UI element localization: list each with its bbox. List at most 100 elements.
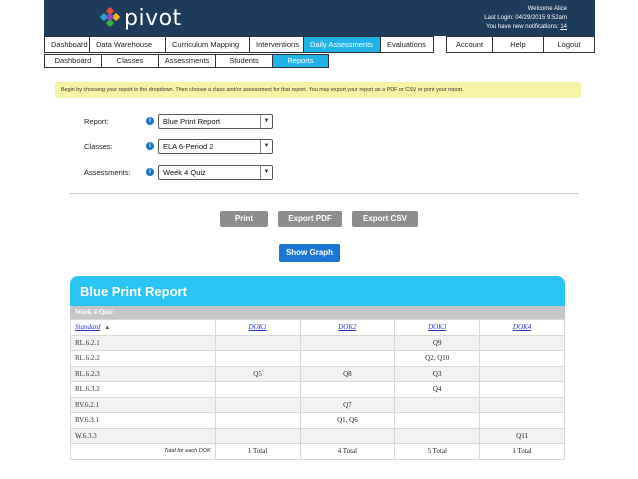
dok-cell: Q7 bbox=[299, 396, 396, 413]
assessments-select[interactable]: Week 4 Quiz ▼ bbox=[158, 164, 273, 180]
blue-print-report: Blue Print Report Week 4 Quiz Standard ▲ … bbox=[70, 276, 565, 476]
subtab-assessments[interactable]: Assessments bbox=[158, 54, 215, 68]
dok-total-cell: 1 Total bbox=[214, 443, 301, 460]
dok-cell bbox=[214, 381, 301, 398]
table-row: RV.6.2.1 Q7 bbox=[70, 396, 565, 413]
top-header: pivot Welcome Alice Last Login: 04/29/20… bbox=[44, 0, 595, 36]
pivot-logo[interactable]: pivot bbox=[99, 5, 182, 31]
dok-cell bbox=[394, 396, 481, 413]
dok-total-cell: 1 Total bbox=[479, 443, 565, 460]
totals-row: Total for each DOK 1 Total 4 Total 5 Total 1… bbox=[70, 443, 565, 460]
export-pdf-button[interactable]: Export PDF bbox=[278, 211, 342, 227]
table-row: RL.6.2.1 Q9 bbox=[70, 334, 565, 351]
tab-help[interactable]: Help bbox=[492, 36, 543, 53]
table-row: RL.6.3.2 Q4 bbox=[70, 381, 565, 398]
dok-cell bbox=[479, 412, 565, 429]
report-select-value: Blue Print Report bbox=[163, 116, 221, 126]
report-row: Report: i Blue Print Report ▼ bbox=[84, 112, 273, 130]
dok-total-cell: 4 Total bbox=[299, 443, 396, 460]
standard-cell: RL.6.2.1 bbox=[70, 334, 216, 351]
dok-cell bbox=[214, 427, 301, 444]
classes-select-value: ELA 6-Period 2 bbox=[163, 141, 214, 151]
tab-curriculum-mapping[interactable]: Curriculum Mapping bbox=[165, 36, 249, 53]
pivot-logo-icon bbox=[99, 6, 121, 29]
table-header-row: Standard ▲ DOK1 DOK2 DOK3 DOK4 bbox=[70, 319, 565, 336]
subtab-reports[interactable]: Reports bbox=[272, 54, 329, 68]
subtab-students[interactable]: Students bbox=[215, 54, 272, 68]
sort-ascending-icon[interactable]: ▲ bbox=[104, 325, 110, 331]
dok-cell: Q11 bbox=[479, 427, 565, 444]
tab-logout[interactable]: Logout bbox=[543, 36, 595, 53]
subtab-classes[interactable]: Classes bbox=[101, 54, 158, 68]
notifications-count-link[interactable]: 14 bbox=[560, 24, 567, 30]
brand-name: pivot bbox=[124, 5, 182, 31]
dok-cell: Q9 bbox=[394, 334, 481, 351]
standard-cell: RL.6.2.2 bbox=[70, 350, 216, 367]
standard-cell: W.6.3.3 bbox=[70, 427, 216, 444]
table-row: RL.6.2.2 Q2, Q10 bbox=[70, 350, 565, 367]
show-graph-button[interactable]: Show Graph bbox=[279, 244, 340, 262]
dok-cell bbox=[479, 381, 565, 398]
dok-cell bbox=[214, 396, 301, 413]
report-quiz-name: Week 4 Quiz bbox=[70, 306, 565, 319]
print-button[interactable]: Print bbox=[220, 211, 268, 227]
dok-cell bbox=[299, 381, 396, 398]
classes-select[interactable]: ELA 6-Period 2 ▼ bbox=[158, 138, 273, 154]
dok-cell bbox=[299, 427, 396, 444]
dok-cell: Q8 bbox=[299, 365, 396, 382]
dok-cell bbox=[479, 365, 565, 382]
assessments-row: Assessments: i Week 4 Quiz ▼ bbox=[84, 163, 273, 181]
last-login-text: Last Login: 04/29/2015 9:52am bbox=[484, 15, 567, 21]
dok-cell bbox=[299, 350, 396, 367]
tab-dashboard[interactable]: Dashboard bbox=[44, 36, 89, 53]
standard-cell: RL.6.2.3 bbox=[70, 365, 216, 382]
assessments-label: Assessments: bbox=[84, 167, 131, 177]
sub-nav: Dashboard Classes Assessments Students R… bbox=[44, 54, 329, 68]
column-header-dok4[interactable]: DOK4 bbox=[479, 319, 565, 336]
column-header-dok3[interactable]: DOK3 bbox=[394, 319, 481, 336]
table-body: RL.6.2.1 Q9 RL.6.2.2 Q2, Q10 RL.6.2.3 Q5 Q8 Q3 R… bbox=[70, 334, 565, 460]
table-row: W.6.3.3 Q11 bbox=[70, 427, 565, 444]
welcome-text: Welcome Alice bbox=[527, 6, 567, 12]
dok-cell bbox=[479, 396, 565, 413]
tab-evaluations[interactable]: Evaluations bbox=[380, 36, 434, 53]
column-header-dok1[interactable]: DOK1 bbox=[214, 319, 301, 336]
column-header-label[interactable]: Standard bbox=[75, 323, 100, 331]
column-header-dok2[interactable]: DOK2 bbox=[299, 319, 396, 336]
dok-cell: Q2, Q10 bbox=[394, 350, 481, 367]
app-frame: pivot Welcome Alice Last Login: 04/29/20… bbox=[44, 0, 595, 479]
dok-cell bbox=[214, 334, 301, 351]
export-csv-button[interactable]: Export CSV bbox=[352, 211, 418, 227]
form-divider bbox=[69, 193, 579, 194]
tab-daily-assessments[interactable]: Daily Assessments bbox=[303, 36, 380, 53]
tab-data-warehouse[interactable]: Data Warehouse bbox=[89, 36, 165, 53]
blueprint-table: Standard ▲ DOK1 DOK2 DOK3 DOK4 RL.6.2.1 Q9… bbox=[70, 319, 565, 460]
report-label: Report: bbox=[84, 116, 109, 126]
info-icon[interactable]: i bbox=[146, 117, 154, 125]
table-row: RV.6.3.1 Q1, Q6 bbox=[70, 412, 565, 429]
dok-cell bbox=[479, 334, 565, 351]
dok-cell bbox=[394, 412, 481, 429]
info-icon[interactable]: i bbox=[146, 168, 154, 176]
chevron-down-icon: ▼ bbox=[260, 114, 272, 128]
dok-cell: Q4 bbox=[394, 381, 481, 398]
standard-cell: RV.6.3.1 bbox=[70, 412, 216, 429]
info-icon[interactable]: i bbox=[146, 142, 154, 150]
report-select[interactable]: Blue Print Report ▼ bbox=[158, 113, 273, 129]
assessments-select-value: Week 4 Quiz bbox=[163, 167, 206, 177]
main-nav: Dashboard Data Warehouse Curriculum Mapp… bbox=[44, 36, 595, 53]
user-info: Welcome Alice Last Login: 04/29/2015 9:5… bbox=[484, 5, 567, 32]
dok-cell: Q5 bbox=[214, 365, 301, 382]
notifications-label: You have new notifications: bbox=[486, 24, 559, 30]
classes-label: Classes: bbox=[84, 141, 113, 151]
dok-cell: Q3 bbox=[394, 365, 481, 382]
dok-cell bbox=[479, 350, 565, 367]
table-row: RL.6.2.3 Q5 Q8 Q3 bbox=[70, 365, 565, 382]
subtab-dashboard[interactable]: Dashboard bbox=[44, 54, 101, 68]
tab-interventions[interactable]: Interventions bbox=[249, 36, 303, 53]
tab-account[interactable]: Account bbox=[446, 36, 492, 53]
standard-cell: RL.6.3.2 bbox=[70, 381, 216, 398]
dok-cell bbox=[394, 427, 481, 444]
column-header-standard[interactable]: Standard ▲ bbox=[70, 319, 216, 336]
